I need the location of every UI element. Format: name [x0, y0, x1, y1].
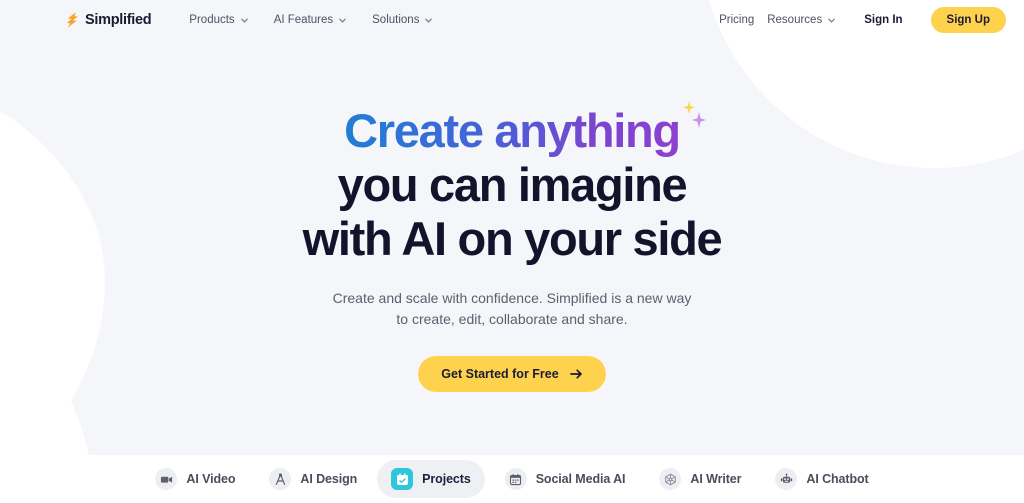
arrow-right-icon	[569, 369, 582, 379]
secondary-nav: Pricing Resources Sign In Sign Up	[719, 7, 1006, 33]
brand-logo[interactable]: Simplified	[66, 12, 152, 28]
primary-nav: Products AI Features Solutions	[189, 14, 433, 26]
tab-label: AI Design	[300, 472, 358, 486]
headline-gradient-text: Create anything	[344, 104, 681, 157]
chevron-down-icon	[425, 18, 433, 23]
brand-name: Simplified	[85, 12, 152, 28]
subtitle-line-1: Create and scale with confidence. Simpli…	[332, 290, 692, 306]
nav-item-pricing[interactable]: Pricing	[719, 14, 754, 26]
tab-label: AI Chatbot	[806, 472, 869, 486]
tab-ai-writer[interactable]: AI Writer	[645, 460, 755, 498]
tab-social-media-ai[interactable]: Social Media AI	[491, 460, 640, 498]
chevron-down-icon	[339, 18, 346, 23]
nav-label: AI Features	[273, 14, 334, 26]
nav-item-solutions[interactable]: Solutions	[372, 14, 433, 26]
video-camera-icon	[155, 468, 178, 490]
headline-line-2: you can imagine	[337, 158, 688, 211]
landing-page: Simplified Products AI Features Solution…	[0, 0, 1024, 503]
hero-section: Create anything you can imagine with AI …	[0, 0, 1024, 455]
lightning-bolt-icon	[67, 12, 78, 28]
tab-label: Social Media AI	[535, 472, 626, 486]
site-header: Simplified Products AI Features Solution…	[0, 0, 1024, 40]
page-title: Create anything you can imagine with AI …	[302, 101, 723, 266]
nav-label: Products	[189, 14, 235, 26]
nav-item-resources[interactable]: Resources	[767, 14, 836, 26]
calendar-icon	[504, 468, 527, 490]
nav-item-products[interactable]: Products	[189, 14, 248, 26]
sign-up-button[interactable]: Sign Up	[930, 7, 1006, 33]
design-compass-icon	[269, 468, 292, 490]
get-started-button[interactable]: Get Started for Free	[418, 356, 606, 392]
cta-label: Get Started for Free	[441, 367, 559, 381]
chevron-down-icon	[828, 18, 836, 23]
hero-subtitle: Create and scale with confidence. Simpli…	[333, 288, 692, 330]
headline-line-3: with AI on your side	[302, 212, 723, 265]
tab-label: AI Video	[186, 472, 236, 486]
nav-label: Solutions	[372, 14, 420, 26]
product-tabbar: AI Video AI Design Projects Social Media…	[0, 455, 1024, 503]
tab-projects[interactable]: Projects	[377, 460, 485, 498]
tab-label: Projects	[422, 472, 471, 486]
nav-label: Resources	[767, 14, 823, 26]
tab-ai-video[interactable]: AI Video	[141, 460, 249, 498]
tab-label: AI Writer	[690, 472, 742, 486]
chevron-down-icon	[240, 18, 248, 23]
tab-ai-chatbot[interactable]: AI Chatbot	[761, 460, 882, 498]
subtitle-line-2: to create, edit, collaborate and share.	[396, 311, 628, 327]
tab-ai-design[interactable]: AI Design	[255, 460, 371, 498]
sign-in-button[interactable]: Sign In	[849, 7, 918, 33]
headline-line-1: Create anything	[344, 101, 706, 158]
pen-nib-icon	[659, 468, 682, 490]
calendar-check-icon	[391, 468, 414, 490]
nav-item-ai-features[interactable]: AI Features	[274, 14, 347, 26]
robot-icon	[775, 468, 798, 490]
nav-label: Pricing	[719, 14, 755, 26]
sparkle-icon	[682, 101, 706, 128]
